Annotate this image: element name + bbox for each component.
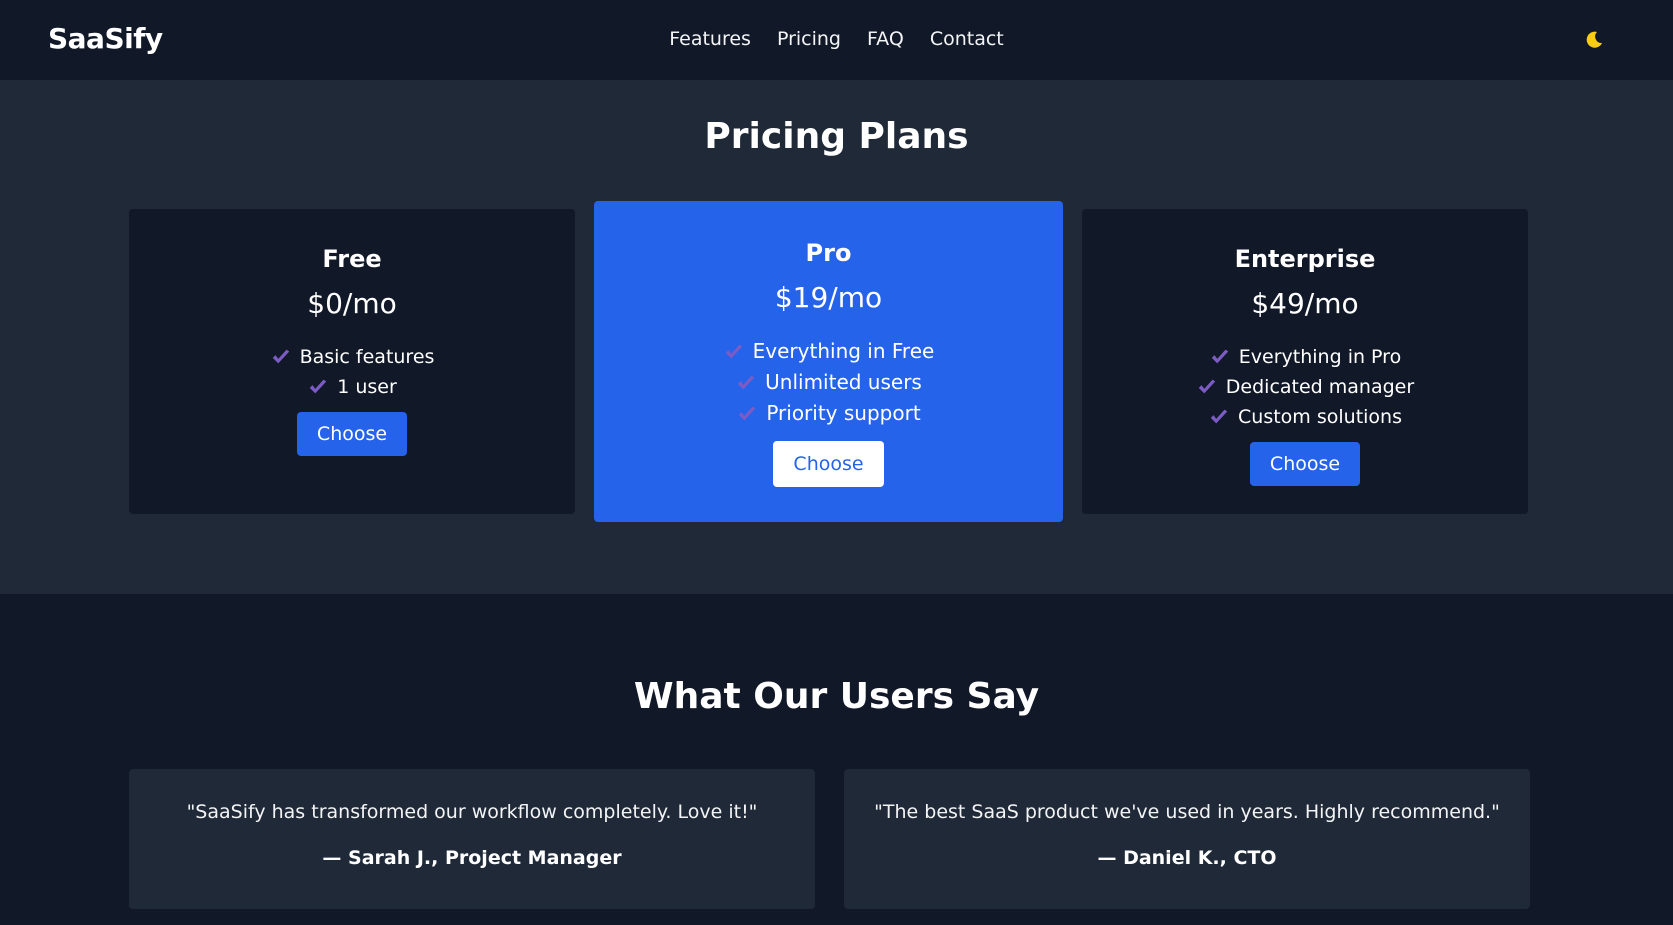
moon-icon (1586, 31, 1602, 48)
plan-price: $19/mo (774, 281, 883, 314)
check-icon (739, 406, 756, 420)
pricing-title: Pricing Plans (704, 116, 969, 157)
feature-item: Dedicated manager (1082, 372, 1528, 402)
plan-name: Enterprise (1234, 245, 1376, 273)
feature-label: Dedicated manager (1225, 376, 1415, 398)
site-header: SaaSify Features Pricing FAQ Contact (0, 0, 1673, 80)
check-icon (1210, 409, 1228, 424)
plan-price: $0/mo (307, 287, 397, 320)
check-icon (725, 344, 742, 358)
nav-link-pricing[interactable]: Pricing (777, 28, 841, 50)
testimonial-card: "SaaSify has transformed our workflow co… (129, 769, 815, 909)
plan-features: Basic features 1 user (129, 342, 575, 402)
plan-name: Pro (805, 239, 852, 267)
testimonial-author: — Daniel K., CTO (1097, 847, 1277, 869)
testimonial-card: "The best SaaS product we've used in yea… (844, 769, 1530, 909)
feature-item: Everything in Free (594, 336, 1063, 367)
choose-free-button[interactable]: Choose (296, 412, 408, 456)
feature-label: 1 user (337, 376, 397, 398)
feature-label: Everything in Pro (1238, 346, 1402, 368)
testimonials-title: What Our Users Say (633, 676, 1040, 717)
plan-features: Everything in Pro Dedicated manager Cust… (1082, 342, 1528, 432)
plan-features: Everything in Free Unlimited users Prior… (594, 336, 1063, 429)
testimonial-author: — Sarah J., Project Manager (322, 847, 622, 869)
plan-card-enterprise: Enterprise $49/mo Everything in Pro Dedi… (1082, 209, 1528, 514)
plan-card-free: Free $0/mo Basic features 1 user Choose (129, 209, 575, 514)
feature-label: Basic features (299, 346, 435, 368)
choose-enterprise-button[interactable]: Choose (1249, 442, 1361, 486)
testimonial-quote: "The best SaaS product we've used in yea… (874, 801, 1500, 823)
testimonials-section: What Our Users Say "SaaSify has transfor… (0, 594, 1673, 925)
check-icon (1211, 349, 1229, 364)
nav-link-faq[interactable]: FAQ (867, 28, 904, 50)
main-nav: Features Pricing FAQ Contact (0, 28, 1673, 50)
plan-name: Free (322, 245, 382, 273)
feature-item: Custom solutions (1082, 402, 1528, 432)
testimonial-quote: "SaaSify has transformed our workflow co… (186, 801, 758, 823)
nav-link-features[interactable]: Features (669, 28, 751, 50)
feature-label: Custom solutions (1238, 406, 1402, 428)
feature-item: Unlimited users (594, 367, 1063, 398)
feature-label: Unlimited users (765, 370, 922, 394)
check-icon (737, 375, 755, 389)
feature-item: 1 user (129, 372, 575, 402)
check-icon (1198, 379, 1216, 394)
theme-toggle-button[interactable] (1582, 28, 1606, 52)
feature-item: Everything in Pro (1082, 342, 1528, 372)
plan-price: $49/mo (1251, 287, 1359, 320)
pricing-section: Pricing Plans Free $0/mo Basic features … (0, 80, 1673, 594)
check-icon (309, 379, 327, 394)
plan-card-pro: Pro $19/mo Everything in Free Unlimited … (594, 201, 1063, 522)
check-icon (272, 349, 289, 364)
feature-item: Priority support (594, 398, 1063, 429)
nav-link-contact[interactable]: Contact (930, 28, 1004, 50)
feature-item: Basic features (129, 342, 575, 372)
choose-pro-button[interactable]: Choose (773, 441, 884, 487)
feature-label: Priority support (766, 401, 921, 425)
feature-label: Everything in Free (752, 339, 935, 363)
